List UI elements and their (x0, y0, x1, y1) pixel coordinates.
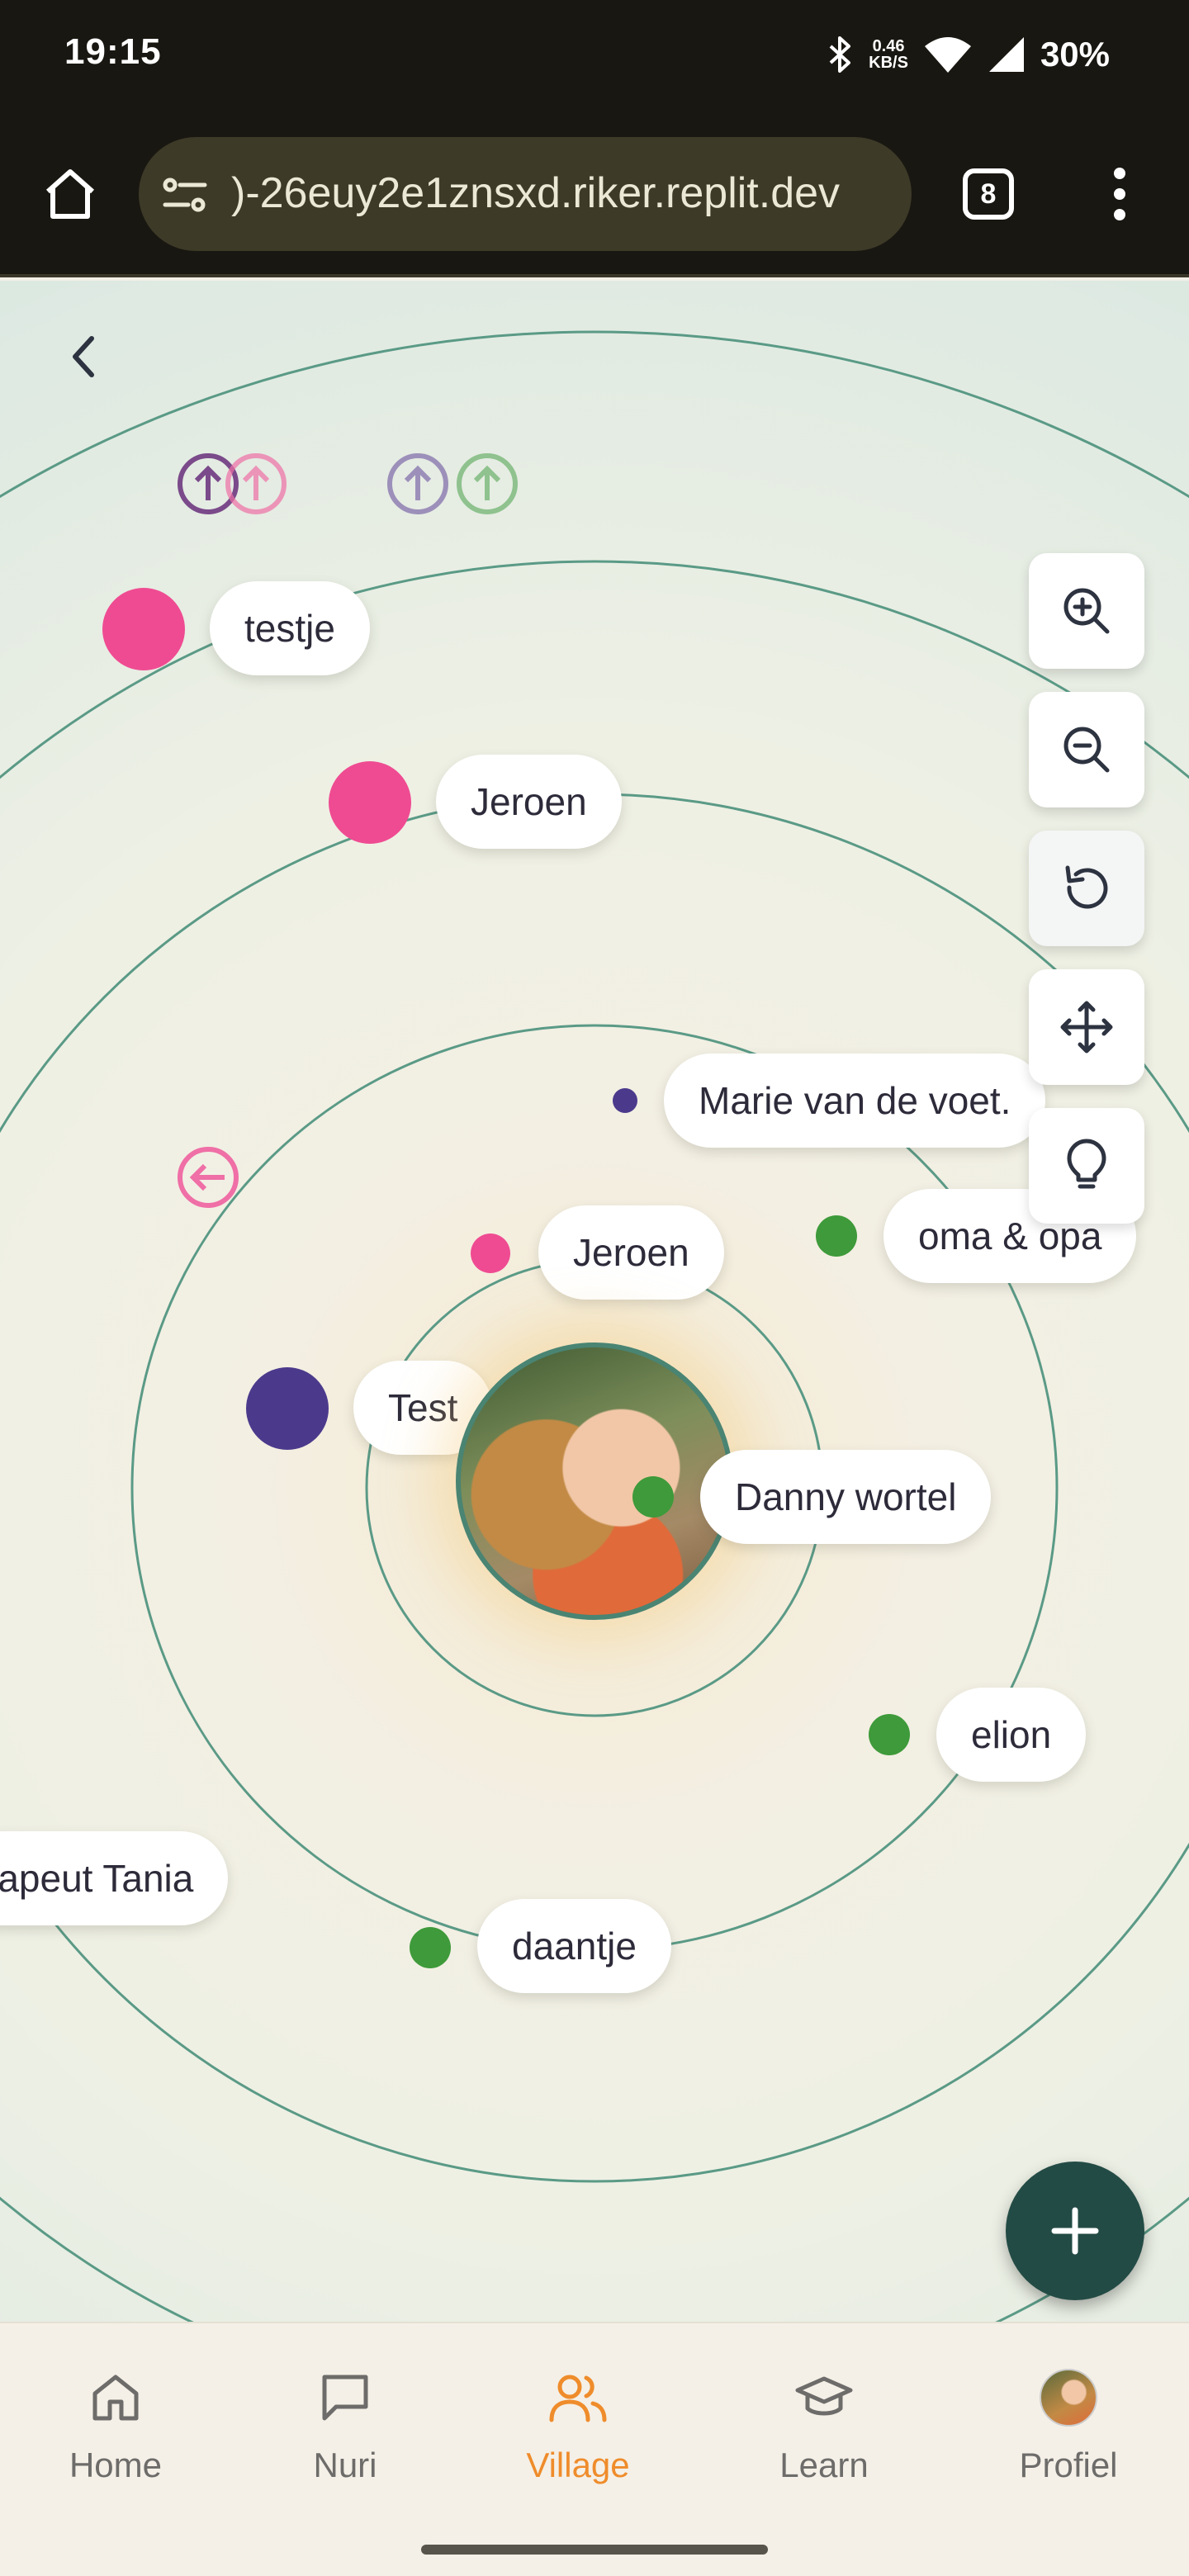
chat-icon (322, 2375, 368, 2421)
person-dot[interactable] (329, 761, 411, 844)
back-button[interactable] (54, 324, 112, 390)
person-label[interactable]: elion (936, 1688, 1087, 1782)
pan-button[interactable] (1029, 969, 1144, 1085)
lightbulb-icon (1067, 1139, 1106, 1189)
person-dot[interactable] (471, 1234, 510, 1273)
zoom-out-icon (1063, 727, 1110, 773)
battery-level: 30% (1040, 35, 1110, 73)
move-icon (1060, 1001, 1113, 1054)
nav-nuri[interactable]: Nuri (263, 2368, 428, 2485)
status-bar: 19:15 0.46 KB/S 30% (0, 0, 1189, 109)
person-label[interactable]: Jeroen (538, 1205, 724, 1300)
center-child-photo[interactable] (456, 1342, 733, 1620)
add-person-button[interactable] (1006, 2162, 1144, 2300)
network-speed-value: 0.46 (872, 37, 905, 55)
site-settings-icon[interactable] (160, 172, 210, 218)
home-icon (92, 2375, 139, 2421)
person-dot[interactable] (632, 1476, 674, 1518)
nav-label: Village (526, 2446, 630, 2484)
person-dot[interactable] (102, 588, 185, 670)
person-label[interactable]: Jeroen (436, 755, 622, 849)
nav-label: Home (69, 2446, 163, 2484)
left-arrow-marker[interactable] (178, 1147, 239, 1208)
users-icon (549, 2375, 607, 2422)
nav-village[interactable]: Village (495, 2368, 661, 2485)
home-icon (46, 169, 94, 219)
graduation-cap-icon (795, 2376, 853, 2416)
tab-count: 8 (963, 168, 1014, 220)
nav-label: Nuri (313, 2446, 377, 2484)
avatar (1040, 2369, 1097, 2427)
browser-toolbar: )-26euy2e1znsxd.riker.replit.dev 8 (0, 109, 1189, 277)
network-speed: 0.46 KB/S (869, 38, 908, 71)
up-arrow-marker[interactable] (457, 453, 518, 514)
person-dot[interactable] (613, 1088, 637, 1113)
address-bar[interactable]: )-26euy2e1znsxd.riker.replit.dev (139, 137, 912, 251)
bluetooth-icon (829, 36, 851, 73)
menu-button[interactable] (1095, 159, 1144, 230)
nav-learn[interactable]: Learn (741, 2368, 907, 2485)
person-label[interactable]: daantje (477, 1899, 671, 1993)
zoom-in-icon (1063, 588, 1110, 634)
chevron-left-icon (73, 336, 94, 377)
nav-label: Learn (779, 2446, 869, 2484)
person-label[interactable]: Danny wortel (700, 1450, 992, 1544)
nav-label: Profiel (1019, 2446, 1118, 2484)
network-speed-unit: KB/S (869, 54, 908, 72)
hint-button[interactable] (1029, 1108, 1144, 1224)
nav-home[interactable]: Home (33, 2368, 198, 2485)
status-icons: 0.46 KB/S 30% (826, 30, 1110, 79)
home-indicator[interactable] (421, 2545, 768, 2555)
gesture-area (0, 2528, 1189, 2576)
nav-profiel[interactable]: Profiel (986, 2368, 1151, 2485)
person-dot[interactable] (816, 1215, 857, 1257)
reset-view-button[interactable] (1029, 831, 1144, 946)
wifi-icon (924, 37, 971, 73)
person-dot[interactable] (410, 1927, 451, 1968)
url-text: )-26euy2e1znsxd.riker.replit.dev (231, 169, 841, 217)
status-time: 19:15 (64, 31, 162, 72)
village-map[interactable]: testje Jeroen Marie van de voet. oma & o… (0, 281, 1189, 2322)
zoom-out-button[interactable] (1029, 692, 1144, 807)
person-label[interactable]: testje (210, 581, 370, 675)
tab-switcher-button[interactable]: 8 (955, 165, 1022, 223)
person-label[interactable]: Marie van de voet. (664, 1054, 1046, 1148)
plus-icon (1051, 2207, 1099, 2255)
person-dot[interactable] (869, 1714, 910, 1755)
home-button[interactable] (36, 160, 104, 228)
person-label[interactable]: rapeut Tania (0, 1831, 229, 1925)
rotate-ccw-icon (1065, 865, 1108, 909)
up-arrow-marker[interactable] (387, 453, 448, 514)
more-vert-icon (1114, 168, 1125, 220)
signal-icon (988, 37, 1024, 72)
orbit-rings (0, 330, 1189, 2322)
zoom-in-button[interactable] (1029, 553, 1144, 669)
person-dot[interactable] (246, 1367, 329, 1450)
bottom-navigation: Home Nuri Village Learn Profiel (0, 2322, 1189, 2528)
